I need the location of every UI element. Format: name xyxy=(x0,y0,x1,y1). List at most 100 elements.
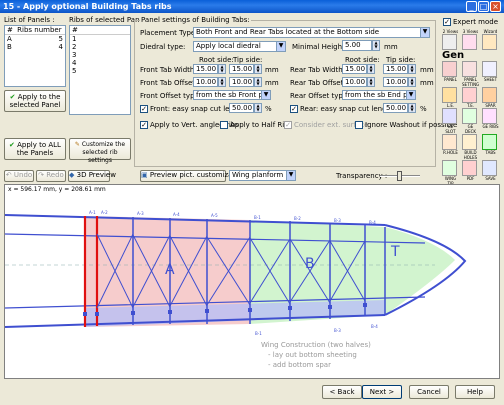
rear-root-side-header: Root side: xyxy=(345,56,380,64)
le-tool-icon[interactable] xyxy=(442,87,457,103)
half-ribs-checkbox[interactable] xyxy=(220,121,228,129)
min-height-spinner[interactable]: ▲ ▼ xyxy=(372,40,380,51)
list-item[interactable]: 4 xyxy=(70,59,130,67)
placement-select[interactable]: Both Front and Rear Tabs located at the … xyxy=(193,27,430,38)
back-label: < Back xyxy=(329,388,355,396)
front-width-tip-input[interactable]: 15.00 xyxy=(229,64,254,74)
ge-slot-tool-icon[interactable] xyxy=(442,108,457,124)
customize-rib-button[interactable]: ✎ Customize the selected rib settings xyxy=(69,138,131,164)
ignore-washout-checkbox[interactable] xyxy=(355,121,363,129)
preview-customization-button[interactable]: ▣ Preview pict. customization xyxy=(140,170,246,182)
apply-selected-button[interactable]: ✔ Apply to the selected Panel xyxy=(4,90,66,112)
front-width-tip-spinner[interactable]: ▲ ▼ xyxy=(254,64,262,74)
front-offset-root-spinner[interactable]: ▲ ▼ xyxy=(218,77,226,87)
wing-canvas[interactable]: x = 596.17 mm, y = 208.61 mm A-1 A-2 A-3… xyxy=(4,184,500,379)
placement-label: Placement Type: xyxy=(140,29,198,37)
transparency-slider[interactable] xyxy=(380,171,420,181)
rear-snap-row[interactable]: ✓ Rear: easy snap cut length: xyxy=(290,105,396,113)
rib-label: A-4 xyxy=(173,212,180,217)
maximize-button[interactable]: □ xyxy=(478,1,489,12)
list-item[interactable]: 5 xyxy=(70,67,130,75)
minimize-button[interactable]: _ xyxy=(466,1,477,12)
chevron-down-icon: ▼ xyxy=(420,28,429,37)
wizard-tool-icon[interactable] xyxy=(482,34,497,50)
panel-setting-tool-icon[interactable] xyxy=(462,61,477,77)
min-height-input[interactable]: 5.00 xyxy=(342,40,372,51)
te-tool-icon[interactable] xyxy=(462,87,477,103)
table-row[interactable]: A5 xyxy=(5,35,65,43)
rib-label: B-3 xyxy=(334,328,341,333)
rib-label: B-2 xyxy=(294,216,301,221)
ribs-list[interactable]: # 1 2 3 4 5 xyxy=(69,25,131,115)
front-offset-type-select[interactable]: from the sb Front point ▼ xyxy=(193,90,271,100)
front-offset-unit: mm xyxy=(265,79,279,87)
cube-icon: ◆ xyxy=(69,171,75,179)
preview-3d-button[interactable]: ◆ 3D Preview xyxy=(68,170,116,182)
tip-fill xyxy=(385,227,455,315)
vert-ribs-checkbox[interactable]: ✓ xyxy=(140,121,148,129)
close-button[interactable]: × xyxy=(490,1,501,12)
front-snap-spinner[interactable]: ▲ ▼ xyxy=(254,103,262,113)
expert-mode-option[interactable]: ✓ Expert mode xyxy=(443,18,498,26)
pdf-tool-icon[interactable] xyxy=(462,160,477,176)
front-width-root-input[interactable]: 15.00 xyxy=(193,64,218,74)
front-snap-input[interactable]: 50.00 xyxy=(229,103,254,113)
table-row[interactable]: B4 xyxy=(5,43,65,51)
rear-snap-spinner[interactable]: ▲ ▼ xyxy=(408,103,416,113)
rear-snap-label: Rear: easy snap cut length: xyxy=(300,105,397,113)
back-button[interactable]: < Back xyxy=(322,385,362,399)
panel-tool-icon[interactable] xyxy=(442,61,457,77)
rear-width-tip-spinner[interactable]: ▲ ▼ xyxy=(408,64,416,74)
ext-surface-checkbox[interactable]: ✓ xyxy=(284,121,292,129)
rear-offset-tip-input[interactable]: 10.00 xyxy=(383,77,408,87)
rear-width-root-input[interactable]: 15.00 xyxy=(342,64,367,74)
list-item[interactable]: 2 xyxy=(70,43,130,51)
diedral-select[interactable]: Apply local diedral ▼ xyxy=(193,41,286,52)
view-select[interactable]: Wing planform ▼ xyxy=(229,170,296,181)
chevron-down-icon: ▼ xyxy=(261,91,270,99)
undo-button[interactable]: ↶ Undo xyxy=(4,170,34,182)
two-views-tool-icon[interactable] xyxy=(442,34,457,50)
rear-width-tip-input[interactable]: 15.00 xyxy=(383,64,408,74)
front-width-root-spinner[interactable]: ▲ ▼ xyxy=(218,64,226,74)
rear-offset-root-input[interactable]: 10.00 xyxy=(342,77,367,87)
rear-offset-root-spinner[interactable]: ▲ ▼ xyxy=(367,77,375,87)
list-item[interactable]: 3 xyxy=(70,51,130,59)
wing-tip-tool-icon[interactable] xyxy=(442,160,457,176)
ge-ribs-tool-icon[interactable] xyxy=(482,108,497,124)
save-tool-icon[interactable] xyxy=(482,160,497,176)
help-button[interactable]: Help xyxy=(455,385,495,399)
cancel-button[interactable]: Cancel xyxy=(409,385,449,399)
chevron-down-icon: ▼ xyxy=(286,171,295,180)
preview-3d-label: 3D Preview xyxy=(76,171,116,179)
rib-hole-tool-icon[interactable] xyxy=(442,134,457,150)
list-item[interactable]: 1 xyxy=(70,35,130,43)
next-button[interactable]: Next > xyxy=(362,385,402,399)
help-label: Help xyxy=(467,388,483,396)
rear-tip-side-header: Tip side: xyxy=(386,56,416,64)
apply-all-button[interactable]: ✔ Apply to ALL the Panels xyxy=(4,138,66,160)
transparency-slider-thumb[interactable] xyxy=(397,171,402,181)
ge-deck-tool-icon[interactable] xyxy=(462,108,477,124)
front-snap-checkbox[interactable]: ✓ xyxy=(140,105,148,113)
rear-snap-checkbox[interactable]: ✓ xyxy=(290,105,298,113)
spar-tool-icon[interactable] xyxy=(482,87,497,103)
rear-width-root-spinner[interactable]: ▲ ▼ xyxy=(367,64,375,74)
half-ribs-option[interactable]: Apply to Half Ribs xyxy=(220,121,292,129)
redo-button[interactable]: ↷ Redo xyxy=(36,170,66,182)
rear-snap-input[interactable]: 50.00 xyxy=(383,103,408,113)
expert-mode-checkbox[interactable]: ✓ xyxy=(443,18,451,26)
front-offset-tip-spinner[interactable]: ▲ ▼ xyxy=(254,77,262,87)
three-views-tool-icon[interactable] xyxy=(462,34,477,50)
build-holes-tool-icon[interactable] xyxy=(462,134,477,150)
rear-offset-type-select[interactable]: from the sb End point ▼ xyxy=(342,90,416,100)
front-offset-root-input[interactable]: 10.00 xyxy=(193,77,218,87)
panel-id: B xyxy=(7,43,12,51)
front-offset-tip-input[interactable]: 10.00 xyxy=(229,77,254,87)
apply-all-label: Apply to ALL the Panels xyxy=(16,141,61,157)
panels-list[interactable]: # Ribs number A5 B4 xyxy=(4,25,66,87)
coords-readout: x = 596.17 mm, y = 208.61 mm xyxy=(8,186,106,193)
rear-offset-tip-spinner[interactable]: ▲ ▼ xyxy=(408,77,416,87)
tabs-tool-icon[interactable] xyxy=(482,134,497,150)
sheet-tool-icon[interactable] xyxy=(482,61,497,77)
